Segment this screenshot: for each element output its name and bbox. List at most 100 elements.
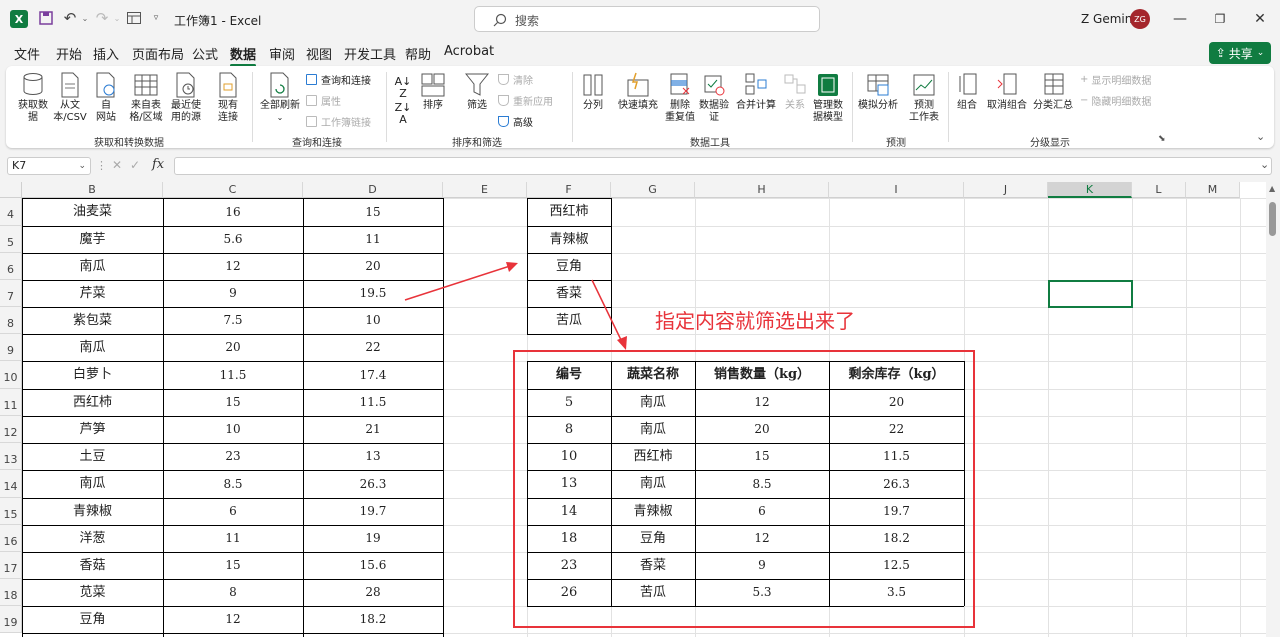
recent-sources-button[interactable]: 最近使 用的源 <box>164 72 208 124</box>
sales-qty-cell[interactable]: 12 <box>163 606 303 633</box>
column-header-c[interactable]: C <box>163 182 303 198</box>
stock-cell[interactable]: 19 <box>303 525 443 552</box>
row-header[interactable]: 7 <box>0 280 22 307</box>
what-if-analysis-button[interactable]: 模拟分析 <box>856 72 900 112</box>
consolidate-button[interactable]: 合并计算 <box>734 72 778 112</box>
sales-qty-cell[interactable]: 8.5 <box>163 470 303 498</box>
expand-formula-icon[interactable]: ⌄ <box>1260 158 1269 171</box>
sales-qty-cell[interactable]: 16 <box>163 198 303 226</box>
column-header-l[interactable]: L <box>1132 182 1186 198</box>
existing-connections-button[interactable]: 现有 连接 <box>210 72 246 124</box>
share-button[interactable]: ⇪ 共享 ⌄ <box>1209 42 1271 64</box>
vegetable-name-cell[interactable]: 魔芋 <box>22 226 163 253</box>
row-header[interactable]: 16 <box>0 525 22 552</box>
queries-connections-button[interactable]: 查询和连接 <box>306 72 371 87</box>
user-name[interactable]: Z Gemini <box>1081 12 1136 26</box>
cancel-icon[interactable]: ✕ <box>112 158 122 172</box>
vegetable-name-cell[interactable]: 白萝卜 <box>22 361 163 389</box>
advanced-filter-button[interactable]: 高级 <box>498 114 533 129</box>
row-header[interactable]: 19 <box>0 606 22 633</box>
stock-cell[interactable]: 13 <box>303 443 443 470</box>
tab-review[interactable]: 审阅 <box>269 44 295 63</box>
tab-data[interactable]: 数据 <box>230 44 257 67</box>
stock-cell[interactable]: 22 <box>303 334 443 361</box>
hide-detail-button[interactable]: − 隐藏明细数据 <box>1080 93 1151 108</box>
sales-qty-cell[interactable]: 10 <box>163 416 303 443</box>
row-header[interactable]: 17 <box>0 552 22 579</box>
from-web-button[interactable]: 自 网站 <box>90 72 122 124</box>
vegetable-name-cell[interactable]: 南瓜 <box>22 470 163 498</box>
row-header[interactable]: 5 <box>0 226 22 253</box>
ungroup-button[interactable]: 取消组合 <box>986 72 1028 112</box>
tab-view[interactable]: 视图 <box>306 44 332 63</box>
sales-qty-cell[interactable]: 11.5 <box>163 361 303 389</box>
tab-file[interactable]: 文件 <box>14 44 40 63</box>
from-text-csv-button[interactable]: 从文 本/CSV <box>52 72 88 124</box>
sort-az-button[interactable]: A↓ Z <box>392 76 414 100</box>
criteria-cell[interactable]: 西红柿 <box>527 198 611 226</box>
sales-qty-cell[interactable]: 15 <box>163 389 303 416</box>
properties-button[interactable]: 属性 <box>306 93 341 108</box>
undo-icon[interactable]: ↶ <box>62 9 78 27</box>
restore-icon[interactable]: ❐ <box>1208 8 1232 30</box>
remove-duplicates-button[interactable]: 删除 重复值 <box>662 72 698 124</box>
sales-qty-cell[interactable]: 8 <box>163 579 303 606</box>
vegetable-name-cell[interactable]: 苋菜 <box>22 579 163 606</box>
sales-qty-cell[interactable]: 12 <box>163 253 303 280</box>
vegetable-name-cell[interactable]: 紫包菜 <box>22 307 163 334</box>
vegetable-name-cell[interactable]: 芦笋 <box>22 416 163 443</box>
vegetable-name-cell[interactable]: 西红柿 <box>22 389 163 416</box>
sales-qty-cell[interactable]: 7.5 <box>163 307 303 334</box>
row-header[interactable]: 9 <box>0 334 22 361</box>
customize-toolbar-icon[interactable]: ▿ <box>150 10 162 26</box>
forecast-sheet-button[interactable]: 预测 工作表 <box>904 72 944 124</box>
sales-qty-cell[interactable]: 23 <box>163 443 303 470</box>
text-to-columns-button[interactable]: 分列 <box>578 72 608 112</box>
workbook-links-button[interactable]: 工作簿链接 <box>306 114 371 129</box>
redo-icon[interactable]: ↷ <box>94 9 110 27</box>
flash-fill-button[interactable]: 快速填充 <box>614 72 662 112</box>
tab-formulas[interactable]: 公式 <box>192 44 218 63</box>
collapse-ribbon-icon[interactable]: ⌄ <box>1256 130 1265 143</box>
criteria-cell[interactable]: 香菜 <box>527 280 611 307</box>
vegetable-name-cell[interactable]: 土豆 <box>22 443 163 470</box>
get-data-button[interactable]: 获取数 据 <box>14 72 52 124</box>
sales-qty-cell[interactable]: 9 <box>163 280 303 307</box>
group-button[interactable]: 组合 <box>952 72 982 112</box>
row-header[interactable]: 14 <box>0 470 22 498</box>
sales-qty-cell[interactable]: 6 <box>163 498 303 525</box>
vertical-scrollbar[interactable]: ▲ <box>1266 182 1280 637</box>
selected-cell-k7[interactable] <box>1048 280 1133 308</box>
manage-data-model-button[interactable]: 管理数 据模型 <box>810 72 846 124</box>
tab-insert[interactable]: 插入 <box>93 44 119 63</box>
sales-qty-cell[interactable]: 20 <box>163 334 303 361</box>
stock-cell[interactable]: 17.4 <box>303 361 443 389</box>
stock-cell[interactable]: 15 <box>303 198 443 226</box>
tab-page-layout[interactable]: 页面布局 <box>132 44 184 63</box>
column-header-g[interactable]: G <box>611 182 695 198</box>
enter-icon[interactable]: ✓ <box>130 158 140 172</box>
column-header-j[interactable]: J <box>964 182 1048 198</box>
row-header[interactable]: 11 <box>0 389 22 416</box>
row-header[interactable]: 10 <box>0 361 22 389</box>
stock-cell[interactable]: 19.5 <box>303 280 443 307</box>
vegetable-name-cell[interactable]: 豆角 <box>22 606 163 633</box>
scroll-up-icon[interactable]: ▲ <box>1269 184 1275 193</box>
tab-acrobat[interactable]: Acrobat <box>444 44 494 59</box>
stock-cell[interactable]: 10 <box>303 307 443 334</box>
column-header-m[interactable]: M <box>1186 182 1240 198</box>
column-header-d[interactable]: D <box>303 182 443 198</box>
avatar[interactable]: ZG <box>1130 9 1150 29</box>
tab-help[interactable]: 帮助 <box>405 44 431 63</box>
redo-dropdown-icon[interactable]: ⌄ <box>112 10 122 26</box>
sales-qty-cell[interactable]: 5.6 <box>163 226 303 253</box>
stock-cell[interactable]: 20 <box>303 253 443 280</box>
data-validation-button[interactable]: 数据验 证 <box>696 72 732 124</box>
column-header-h[interactable]: H <box>695 182 829 198</box>
insert-function-icon[interactable]: fx <box>152 157 164 172</box>
reapply-button[interactable]: 重新应用 <box>498 93 553 108</box>
row-header[interactable]: 12 <box>0 416 22 443</box>
from-table-button[interactable]: 来自表 格/区域 <box>124 72 168 124</box>
search-input[interactable]: 搜索 <box>474 6 820 32</box>
refresh-all-button[interactable]: 全部刷新 ⌄ <box>258 72 302 124</box>
